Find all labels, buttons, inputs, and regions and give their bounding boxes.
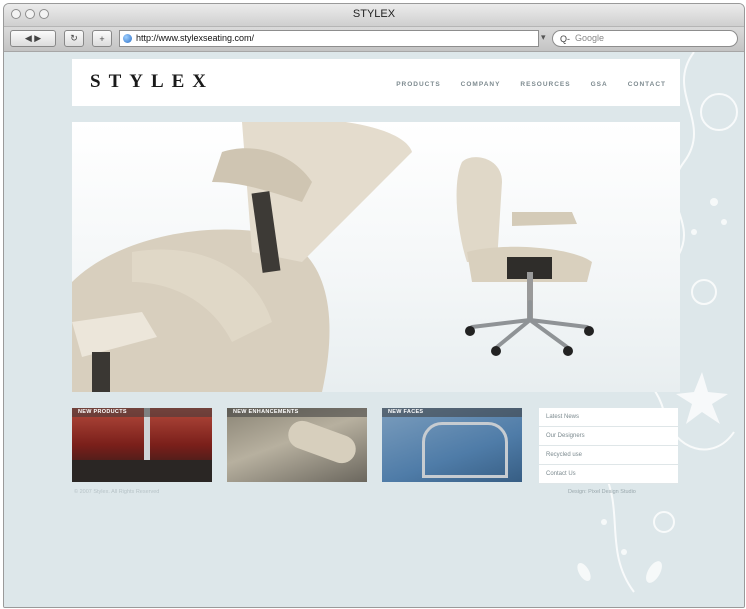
link-latest-news[interactable]: Latest News [539, 408, 678, 427]
window-title: STYLEX [352, 8, 396, 20]
link-our-designers[interactable]: Our Designers [539, 427, 678, 446]
nav-contact[interactable]: CONTACT [628, 81, 666, 88]
page-viewport: STYLEX PRODUCTS COMPANY RESOURCES GSA CO… [4, 52, 744, 607]
tile-label-new-faces: NEW FACES [382, 408, 522, 417]
address-dropdown-icon[interactable]: ▾ [541, 32, 546, 43]
tile-label-new-enhancements: NEW ENHANCEMENTS [227, 408, 367, 417]
nav-products[interactable]: PRODUCTS [396, 81, 440, 88]
add-bookmark-button[interactable]: + [92, 30, 112, 47]
main-nav: PRODUCTS COMPANY RESOURCES GSA CONTACT [396, 81, 666, 88]
link-recycled-use[interactable]: Recycled use [539, 446, 678, 465]
tile-new-products[interactable]: NEW PRODUCTS [72, 408, 212, 482]
site-header: STYLEX PRODUCTS COMPANY RESOURCES GSA CO… [72, 59, 680, 106]
reload-button[interactable]: ↻ [64, 30, 84, 47]
browser-toolbar: ◀ ▶ ↻ + http://www.stylexseating.com/ ▾ … [4, 27, 744, 52]
search-placeholder: Google [575, 33, 605, 43]
browser-window: STYLEX ◀ ▶ ↻ + http://www.stylexseating.… [3, 3, 745, 608]
chair-illustration [72, 122, 594, 392]
link-contact-us[interactable]: Contact Us [539, 465, 678, 484]
tile-new-faces[interactable]: NEW FACES [382, 408, 522, 482]
nav-resources[interactable]: RESOURCES [520, 81, 570, 88]
address-text: http://www.stylexseating.com/ [136, 33, 255, 43]
globe-icon [123, 34, 132, 43]
tile-new-enhancements[interactable]: NEW ENHANCEMENTS [227, 408, 367, 482]
copyright-text: © 2007 Stylex. All Rights Reserved [74, 489, 160, 495]
hero-image[interactable] [72, 122, 680, 392]
nav-gsa[interactable]: GSA [591, 81, 608, 88]
title-bar: STYLEX [4, 4, 744, 27]
nav-company[interactable]: COMPANY [461, 81, 501, 88]
search-icon: Q- [560, 34, 570, 44]
address-bar[interactable]: http://www.stylexseating.com/ [119, 30, 539, 47]
feature-tiles: NEW PRODUCTS NEW ENHANCEMENTS NEW FACES [72, 408, 522, 482]
site-logo[interactable]: STYLEX [90, 71, 214, 93]
back-forward-button[interactable]: ◀ ▶ [10, 30, 56, 47]
design-credit[interactable]: Design: Pixel Design Studio [568, 489, 636, 495]
side-links: Latest News Our Designers Recycled use C… [539, 408, 678, 484]
search-input[interactable]: Q- Google [552, 30, 738, 47]
tile-label-new-products: NEW PRODUCTS [72, 408, 212, 417]
